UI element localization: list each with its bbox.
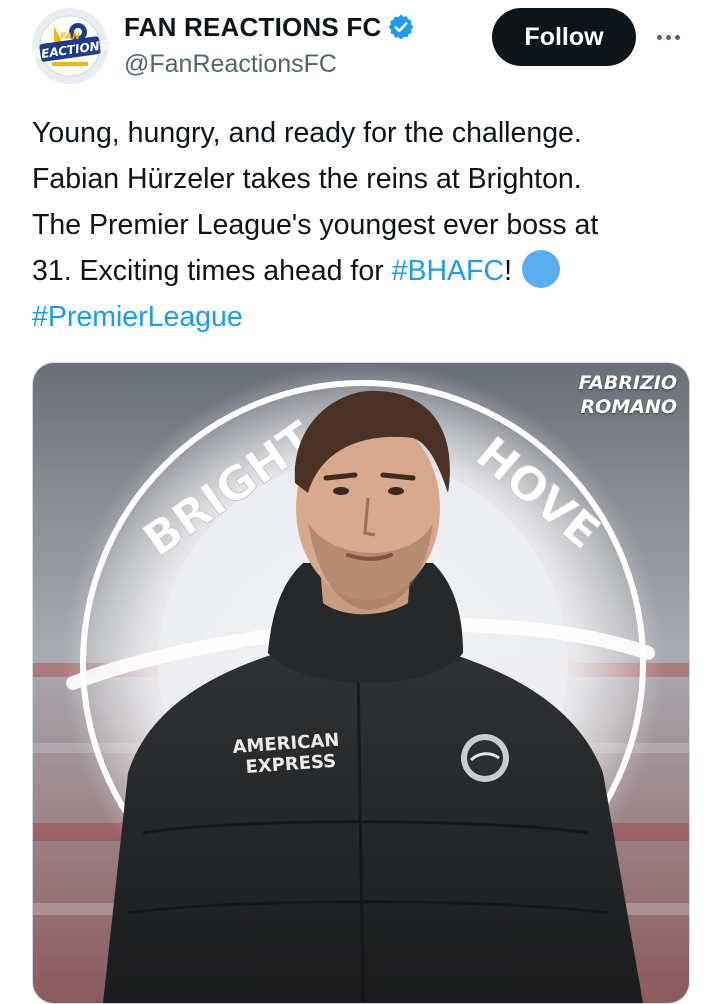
follow-button[interactable]: Follow (492, 8, 636, 66)
club-badge-icon (461, 734, 509, 782)
avatar[interactable]: FAN REACTIONS (32, 8, 108, 84)
hashtag-link-premierleague[interactable]: #PremierLeague (32, 301, 243, 333)
tweet-line: 31. Exciting times ahead for #BHAFC! (32, 248, 682, 294)
avatar-top-text: FAN (60, 32, 80, 42)
account-handle[interactable]: @FanReactionsFC (124, 50, 337, 79)
tweet-line-text: 31. Exciting times ahead for (32, 255, 392, 287)
verified-badge-icon (387, 13, 415, 41)
avatar-logo-icon: FAN REACTIONS (32, 8, 108, 84)
tweet-line: Young, hungry, and ready for the challen… (32, 117, 582, 149)
watermark: FABRIZIO ROMANO (579, 371, 677, 419)
tweet-line: #PremierLeague (32, 294, 682, 340)
tweet-line-text: ! (504, 255, 512, 287)
tweet-text: Young, hungry, and ready for the challen… (32, 110, 682, 340)
photo-illustration: BRIGHT HOVE AMERICAN EXPRESS (33, 363, 689, 1003)
watermark-line1: FABRIZIO (578, 372, 677, 394)
tweet-line: Fabian Hürzeler takes the reins at Brigh… (32, 163, 582, 195)
author-name-row[interactable]: FAN REACTIONS FC (124, 10, 415, 44)
blue-circle-emoji-icon (521, 250, 560, 288)
tweet-image[interactable]: BRIGHT HOVE AMERICAN EXPRESS FABRIZIO RO… (32, 362, 690, 1004)
more-horizontal-icon[interactable] (652, 24, 684, 50)
display-name[interactable]: FAN REACTIONS FC (124, 12, 381, 43)
hashtag-link-bhafc[interactable]: #BHAFC (392, 255, 504, 287)
tweet-line: The Premier League's youngest ever boss … (32, 209, 599, 241)
watermark-line2: ROMANO (580, 396, 677, 418)
